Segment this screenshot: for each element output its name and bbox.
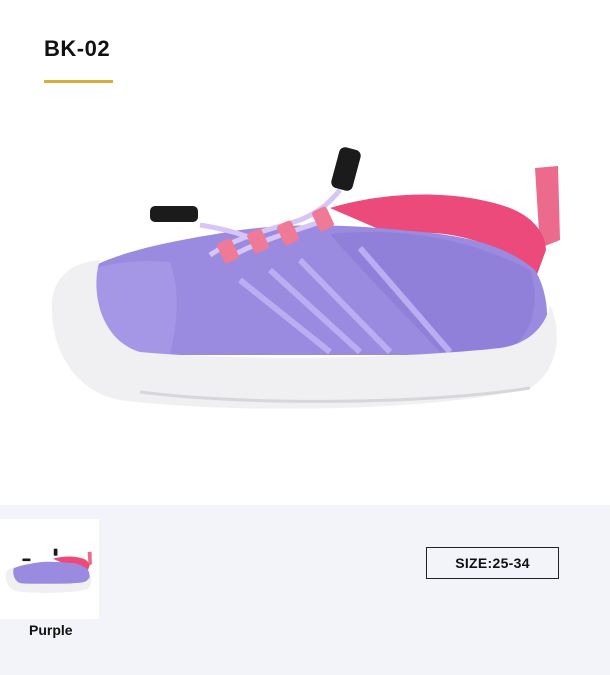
shoe-thumbnail xyxy=(5,548,92,593)
size-range-box: SIZE:25-34 xyxy=(426,547,559,579)
title-underline xyxy=(44,80,113,83)
variant-color-label: Purple xyxy=(29,622,73,638)
product-hero: BK-02 xyxy=(0,0,610,505)
model-code-title: BK-02 xyxy=(44,36,111,61)
variant-swatch-purple[interactable] xyxy=(0,519,99,619)
variant-panel: Purple SIZE:25-34 xyxy=(0,505,610,675)
shoe-image xyxy=(51,147,560,409)
